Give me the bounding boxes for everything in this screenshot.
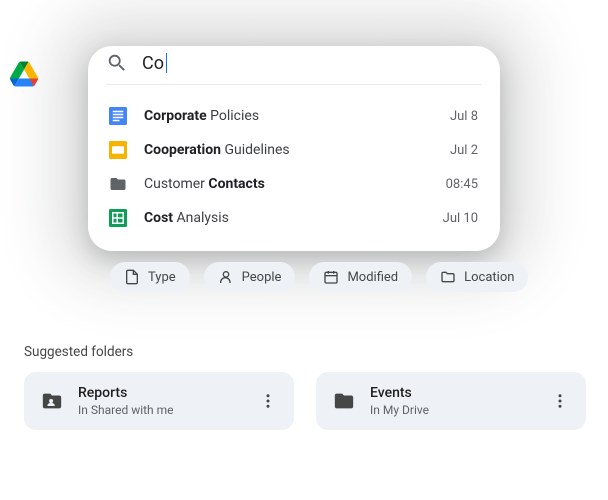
drive-logo <box>10 60 38 92</box>
result-date: 08:45 <box>446 177 478 192</box>
suggested-folders: Reports In Shared with me Events In My D… <box>24 372 586 430</box>
folder-title: Events <box>370 385 530 401</box>
more-options-button[interactable] <box>544 385 576 417</box>
result-item[interactable]: Cost Analysis Jul 10 <box>88 201 500 235</box>
result-item[interactable]: Customer Contacts 08:45 <box>88 167 500 201</box>
chip-location[interactable]: Location <box>426 262 528 292</box>
slides-icon <box>108 140 128 160</box>
folder-subtitle: In Shared with me <box>78 403 238 417</box>
result-date: Jul 8 <box>450 109 478 124</box>
result-date: Jul 10 <box>443 211 478 226</box>
suggested-folders-heading: Suggested folders <box>24 344 133 360</box>
result-title: Cost Analysis <box>144 210 443 226</box>
calendar-icon <box>323 269 339 285</box>
folder-card-events[interactable]: Events In My Drive <box>316 372 586 430</box>
chip-people[interactable]: People <box>204 262 296 292</box>
result-item[interactable]: Cooperation Guidelines Jul 2 <box>88 133 500 167</box>
folder-outline-icon <box>440 269 456 285</box>
search-query: Co <box>142 53 167 74</box>
result-item[interactable]: Corporate Policies Jul 8 <box>88 99 500 133</box>
docs-icon <box>108 106 128 126</box>
result-title: Customer Contacts <box>144 176 446 192</box>
folder-title: Reports <box>78 385 238 401</box>
folder-subtitle: In My Drive <box>370 403 530 417</box>
folder-icon <box>332 389 356 413</box>
chip-type[interactable]: Type <box>110 262 190 292</box>
shared-folder-icon <box>40 389 64 413</box>
search-icon <box>106 52 128 74</box>
filter-chips: Type People Modified Location <box>110 262 528 292</box>
file-icon <box>124 269 140 285</box>
sheets-icon <box>108 208 128 228</box>
folder-card-reports[interactable]: Reports In Shared with me <box>24 372 294 430</box>
folder-icon <box>108 174 128 194</box>
search-dropdown: Co Corporate Policies Jul 8 Cooperation … <box>88 46 500 251</box>
chip-label: Type <box>148 270 176 285</box>
result-title: Cooperation Guidelines <box>144 142 450 158</box>
chip-modified[interactable]: Modified <box>309 262 412 292</box>
result-date: Jul 2 <box>450 143 478 158</box>
chip-label: Location <box>464 270 514 285</box>
chip-label: Modified <box>347 270 398 285</box>
result-title: Corporate Policies <box>144 108 450 124</box>
search-input-row[interactable]: Co <box>88 46 500 78</box>
person-icon <box>218 269 234 285</box>
search-results: Corporate Policies Jul 8 Cooperation Gui… <box>88 85 500 251</box>
more-options-button[interactable] <box>252 385 284 417</box>
chip-label: People <box>242 270 282 285</box>
